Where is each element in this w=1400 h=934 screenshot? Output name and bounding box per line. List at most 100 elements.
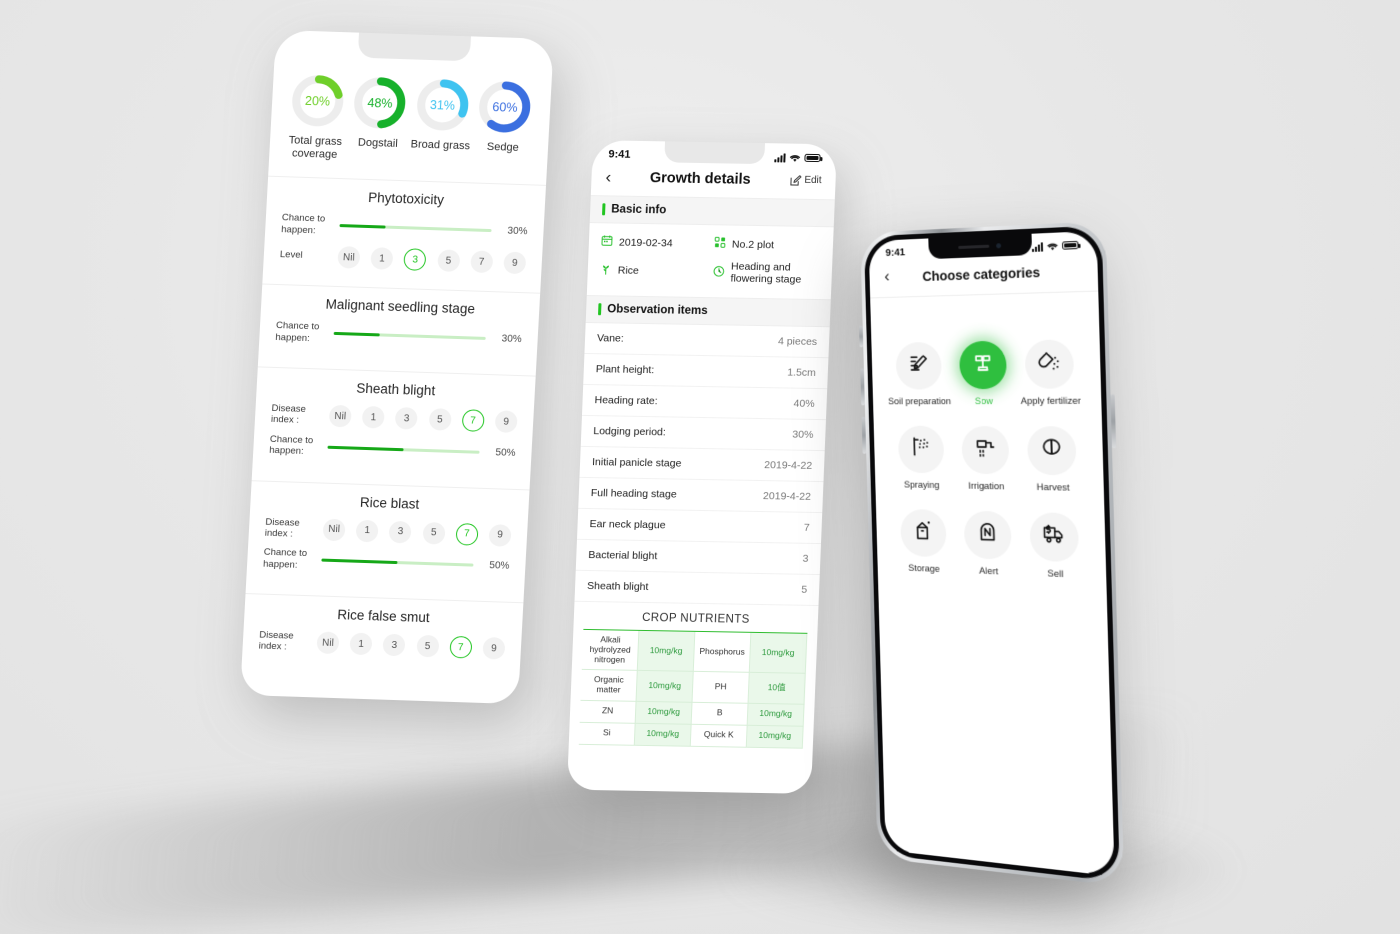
nav-bar: ‹ Growth details Edit — [591, 162, 836, 199]
observation-value: 7 — [803, 521, 810, 534]
nutrient-value: 10mg/kg — [636, 671, 694, 703]
gauge-ring: 20% — [289, 72, 347, 129]
scale-option[interactable]: 5 — [436, 249, 460, 273]
observation-value: 3 — [802, 552, 809, 565]
category-label: Storage — [908, 562, 940, 575]
observation-key: Heading rate: — [594, 394, 658, 408]
chance-bar-row: Chance to happen: 50% — [263, 547, 510, 578]
scale-row: Disease index : Nil 1 3 5 7 9 — [258, 629, 506, 661]
scale-option[interactable]: 9 — [494, 410, 518, 434]
scale-option[interactable]: 3 — [382, 634, 406, 657]
category-item-irrigation[interactable]: Irrigation — [952, 425, 1020, 494]
scale-option[interactable]: 1 — [361, 406, 386, 429]
scale-option[interactable]: Nil — [337, 246, 361, 269]
scale-option[interactable]: 9 — [503, 251, 527, 275]
category-item-spraying[interactable]: Spraying — [889, 425, 954, 492]
volume-up-button[interactable] — [860, 368, 865, 406]
progress-fill — [333, 331, 380, 337]
nutrient-name: Quick K — [690, 724, 748, 748]
nutrient-value: 10mg/kg — [749, 632, 808, 675]
scale-option[interactable]: 3 — [395, 407, 419, 431]
section-title: Rice blast — [359, 494, 420, 512]
scale-option[interactable]: 5 — [428, 408, 452, 432]
alert-icon — [975, 520, 999, 550]
scale-option[interactable]: 1 — [355, 519, 379, 543]
edit-button[interactable]: Edit — [789, 174, 822, 187]
scale-options: Nil 1 3 5 7 9 — [337, 246, 527, 275]
mute-switch[interactable] — [859, 325, 864, 348]
scale-option[interactable]: 1 — [370, 247, 394, 270]
basic-info-title: Basic info — [611, 203, 667, 217]
chance-bar-row: Chance to happen: 30% — [275, 320, 522, 351]
observation-value: 4 pieces — [777, 335, 818, 349]
category-icon-circle[interactable] — [899, 508, 947, 558]
scale-option[interactable]: Nil — [328, 405, 352, 428]
category-icon-circle[interactable] — [1029, 511, 1080, 563]
scale-label: Level — [279, 249, 303, 262]
back-button[interactable]: ‹ — [884, 267, 890, 286]
category-icon-circle[interactable] — [1027, 426, 1078, 476]
report-section-4: Rice false smut Disease index : Nil 1 3 5 7 9 — [242, 594, 524, 675]
category-label: Harvest — [1036, 481, 1070, 494]
rice-plant-icon — [600, 263, 613, 278]
phone1-screen: 20% Total grass coverage 48% Dogstail 31% Bro… — [240, 29, 554, 705]
scale-option[interactable]: Nil — [316, 631, 340, 655]
category-item-alert[interactable]: Alert — [954, 510, 1022, 579]
sell-icon — [1042, 522, 1067, 552]
basic-info-text: Rice — [617, 264, 640, 277]
chance-bar-row: Chance to happen: 50% — [269, 434, 516, 465]
scale-option[interactable]: 7 — [469, 250, 494, 274]
scale-option[interactable]: Nil — [322, 518, 346, 542]
category-icon-circle[interactable] — [963, 510, 1012, 560]
category-icon-circle[interactable] — [1024, 339, 1075, 389]
observation-value: 2019-4-22 — [762, 490, 812, 503]
bar-label: Chance to happen: — [280, 212, 326, 237]
power-button[interactable] — [1110, 394, 1117, 449]
scale-option[interactable]: 9 — [482, 637, 506, 661]
basic-info-grid: 2019-02-34 No.2 plot Rice Heading and flowe… — [587, 223, 834, 299]
nutrient-name: Alkali hydrolyzed nitrogen — [581, 629, 640, 672]
progress-track[interactable] — [321, 558, 474, 567]
volume-down-button[interactable] — [861, 416, 867, 454]
gauge-value: 20% — [304, 93, 331, 109]
scale-option-selected[interactable]: 7 — [449, 636, 473, 660]
gauge-value: 60% — [492, 99, 518, 115]
wifi-icon — [1047, 242, 1058, 250]
scale-option-selected[interactable]: 3 — [403, 248, 427, 272]
category-item-harvest[interactable]: Harvest — [1018, 426, 1088, 495]
basic-info-item-2: Rice — [599, 258, 707, 284]
progress-track[interactable] — [333, 331, 486, 340]
back-button[interactable]: ‹ — [605, 167, 611, 186]
scale-option-selected[interactable]: 7 — [461, 409, 485, 433]
category-item-soil-preparation[interactable]: Soil preparation — [886, 341, 951, 408]
category-icon-circle[interactable] — [958, 340, 1008, 390]
progress-fill — [339, 224, 386, 229]
category-grid: Soil preparation Sow Apply fertilizer Spray… — [870, 292, 1106, 583]
gauge-ring: 60% — [476, 79, 534, 136]
phone-choose-categories: 9:41 ‹ Choose categories Soil preparatio… — [859, 221, 1125, 887]
category-item-storage[interactable]: Storage — [891, 508, 956, 576]
progress-track[interactable] — [339, 224, 492, 233]
scale-option[interactable]: 5 — [415, 635, 440, 658]
nutrient-name: ZN — [579, 700, 637, 724]
scale-option-selected[interactable]: 7 — [455, 522, 479, 546]
scale-option[interactable]: 5 — [422, 521, 446, 545]
scale-label: Disease index : — [258, 629, 294, 653]
phone-weed-disease-report: 20% Total grass coverage 48% Dogstail 31% Bro… — [240, 29, 554, 705]
category-icon-circle[interactable] — [895, 341, 942, 390]
category-icon-circle[interactable] — [897, 425, 945, 474]
category-icon-circle[interactable] — [961, 425, 1010, 475]
page-title: Growth details — [649, 169, 751, 188]
scale-option[interactable]: 3 — [388, 520, 413, 544]
category-item-sell[interactable]: Sell — [1020, 511, 1090, 582]
section-title: Sheath blight — [355, 380, 436, 399]
category-item-sow[interactable]: Sow — [950, 340, 1017, 408]
observation-key: Sheath blight — [586, 579, 649, 594]
category-item-apply-fertilizer[interactable]: Apply fertilizer — [1015, 339, 1085, 408]
scale-options: Nil 1 3 5 7 9 — [316, 631, 506, 661]
phone3-bezel: 9:41 ‹ Choose categories Soil preparatio… — [863, 225, 1120, 883]
scale-option[interactable]: 9 — [488, 524, 512, 547]
progress-track[interactable] — [327, 445, 480, 454]
scale-option[interactable]: 1 — [349, 633, 373, 656]
pencil-square-icon — [790, 174, 802, 186]
